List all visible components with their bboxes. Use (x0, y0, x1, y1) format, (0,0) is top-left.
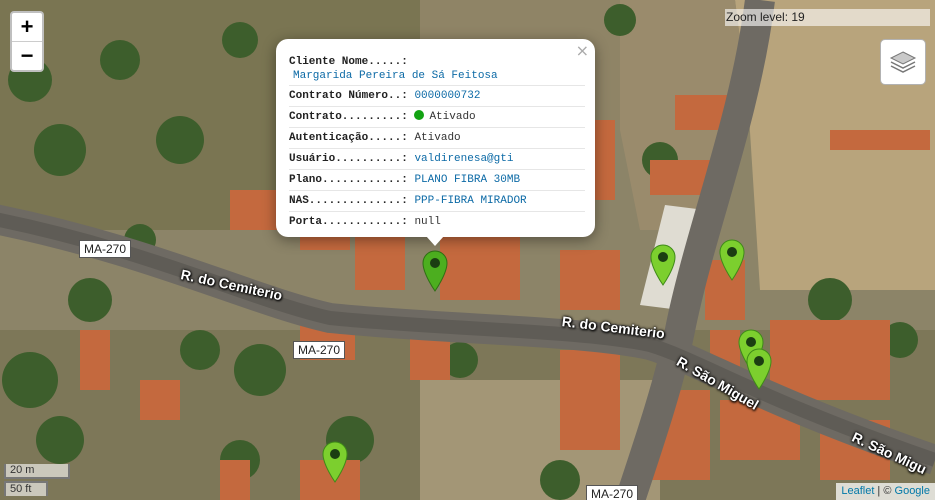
layers-icon (889, 51, 917, 73)
marker-pin-icon[interactable] (719, 239, 745, 281)
road-shield: MA-270 (586, 485, 639, 500)
zoom-control: + − (10, 11, 44, 72)
plan-value[interactable]: PLANO FIBRA 30MB (414, 174, 520, 186)
scale-bar-metric: 20 m (4, 464, 70, 479)
popup-row-autenticacao: Autenticação.....: Ativado (289, 128, 585, 149)
marker-pin-icon[interactable] (322, 441, 348, 483)
road-shield: MA-270 (293, 341, 346, 359)
popup-row-plano: Plano............: PLANO FIBRA 30MB (289, 170, 585, 191)
popup-tip (426, 236, 444, 246)
field-label: Porta............: (289, 216, 408, 228)
authentication-value: Ativado (414, 132, 461, 144)
leaflet-link[interactable]: Leaflet (841, 485, 874, 497)
popup-content: Cliente Nome.....: Margarida Pereira de … (289, 52, 585, 232)
marker-pin-icon[interactable] (422, 250, 448, 292)
zoom-level-readout: Zoom level: 19 (725, 9, 930, 26)
zoom-out-button[interactable]: − (12, 41, 42, 70)
client-info-popup: × Cliente Nome.....: Margarida Pereira d… (276, 39, 595, 237)
field-label: Contrato.........: (289, 111, 408, 123)
marker-pin-icon[interactable] (746, 348, 772, 390)
popup-row-cliente-nome: Cliente Nome.....: Margarida Pereira de … (289, 52, 585, 86)
google-link[interactable]: Google (895, 485, 930, 497)
field-label: Contrato Número..: (289, 90, 408, 102)
field-label: Autenticação.....: (289, 132, 408, 144)
scale-bar-imperial: 50 ft (4, 481, 48, 496)
status-dot-icon (414, 110, 425, 120)
road-shield: MA-270 (79, 240, 132, 258)
popup-row-contrato-numero: Contrato Número..: 0000000732 (289, 86, 585, 107)
layers-control-button[interactable] (880, 39, 926, 85)
attribution-separator: | © (874, 485, 895, 497)
contract-number-value[interactable]: 0000000732 (414, 90, 480, 102)
popup-row-contrato: Contrato.........: Ativado (289, 107, 585, 128)
zoom-in-button[interactable]: + (12, 13, 42, 41)
field-label: Usuário..........: (289, 153, 408, 165)
contract-status-value: Ativado (429, 111, 476, 123)
field-label: Cliente Nome.....: (289, 56, 408, 68)
field-label: NAS..............: (289, 195, 408, 207)
popup-row-nas: NAS..............: PPP-FIBRA MIRADOR (289, 191, 585, 212)
field-label: Plano............: (289, 174, 408, 186)
client-name-value[interactable]: Margarida Pereira de Sá Feitosa (289, 70, 498, 82)
marker-pin-icon[interactable] (650, 244, 676, 286)
map-attribution: Leaflet | © Google (836, 483, 935, 500)
nas-value[interactable]: PPP-FIBRA MIRADOR (414, 195, 526, 207)
port-value: null (414, 216, 441, 228)
popup-row-usuario: Usuário..........: valdirenesa@gti (289, 149, 585, 170)
user-value[interactable]: valdirenesa@gti (414, 153, 513, 165)
popup-row-porta: Porta............: null (289, 212, 585, 232)
